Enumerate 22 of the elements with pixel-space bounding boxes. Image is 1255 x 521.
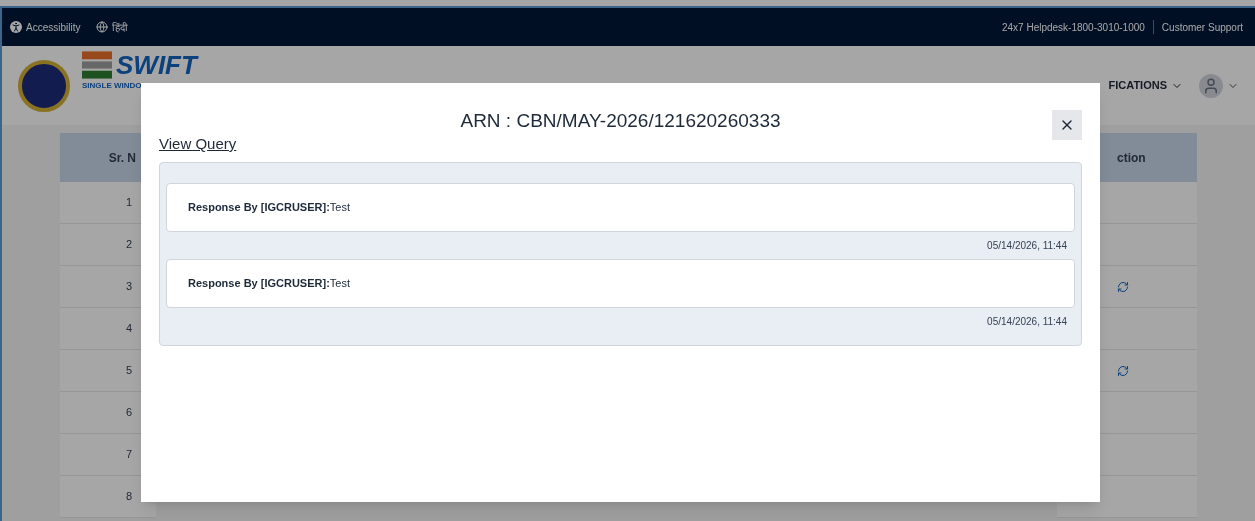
helpdesk-text: 24x7 Helpdesk-1800-3010-1000 (1001, 20, 1145, 35)
response-timestamp: 05/14/2026, 11:44 (987, 239, 1067, 253)
section-title: View Query (159, 135, 237, 152)
language-link[interactable]: हिंदी (112, 19, 129, 35)
response-text: Response By [IGCRUSER]:Test (188, 276, 350, 292)
close-button[interactable] (1052, 110, 1082, 140)
logo-subtitle: SINGLE WINDO (82, 80, 143, 92)
table-cell: 8 (60, 476, 156, 518)
emblem-icon (18, 59, 70, 112)
nav-item[interactable]: FICATIONS (1108, 77, 1183, 94)
avatar-icon[interactable] (1199, 73, 1223, 98)
globe-icon[interactable] (96, 21, 109, 33)
refresh-icon[interactable] (1117, 280, 1129, 293)
modal-title: ARN : CBN/MAY-2026/121620260333 (460, 109, 781, 133)
logo-text: SWIFT (116, 51, 197, 79)
accessibility-link[interactable]: Accessibility (26, 19, 81, 35)
flag-stripes-icon (82, 50, 112, 80)
response-text: Response By [IGCRUSER]:Test (188, 200, 350, 216)
response-timestamp: 05/14/2026, 11:44 (987, 315, 1067, 329)
refresh-icon[interactable] (1117, 364, 1129, 377)
support-link[interactable]: Customer Support (1161, 19, 1243, 35)
accessibility-icon[interactable] (10, 21, 22, 33)
